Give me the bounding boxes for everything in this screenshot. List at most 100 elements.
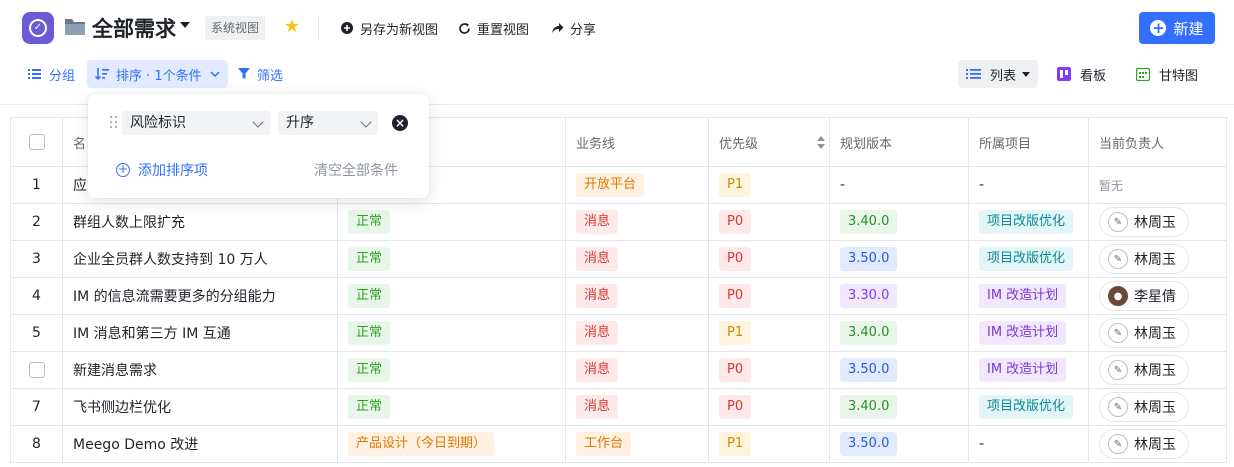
column-header-owner[interactable]: 当前负责人 bbox=[1088, 117, 1227, 167]
row-checkbox-cell[interactable] bbox=[10, 351, 63, 389]
business-line-tag: 消息 bbox=[576, 247, 619, 271]
row-owner: ✎ 林周玉 bbox=[1088, 388, 1227, 426]
gantt-view-label: 甘特图 bbox=[1159, 68, 1199, 84]
row-name[interactable]: 飞书侧边栏优化 bbox=[62, 388, 338, 426]
table-row[interactable]: 5 IM 消息和第三方 IM 互通 正常 消息 P1 3.40.0 IM 改造计… bbox=[10, 314, 1227, 352]
filter-icon bbox=[238, 68, 250, 79]
row-owner: ✎ 林周玉 bbox=[1088, 203, 1227, 241]
owner-name: 林周玉 bbox=[1134, 363, 1176, 379]
sort-field-value: 风险标识 bbox=[130, 115, 186, 131]
filter-button[interactable]: 筛选 bbox=[238, 60, 283, 88]
project-tag: 项目改版优化 bbox=[979, 210, 1074, 234]
table-row[interactable]: 2 群组人数上限扩充 正常 消息 P0 3.40.0 项目改版优化 ✎ 林周玉 bbox=[10, 203, 1227, 241]
row-index: 7 bbox=[10, 388, 63, 426]
reset-view-label: 重置视图 bbox=[477, 22, 530, 38]
plus-icon: + bbox=[1150, 19, 1167, 37]
list-view-button[interactable]: 列表 bbox=[958, 60, 1039, 88]
row-name[interactable]: IM 消息和第三方 IM 互通 bbox=[62, 314, 338, 352]
column-header-priority[interactable]: 优先级 bbox=[708, 117, 830, 167]
row-project: 项目改版优化 bbox=[968, 240, 1089, 278]
save-as-new-view-label: 另存为新视图 bbox=[360, 22, 439, 38]
project-tag: IM 改造计划 bbox=[979, 284, 1067, 308]
owner-name: 林周玉 bbox=[1134, 215, 1176, 231]
row-index: 4 bbox=[10, 277, 63, 315]
list-view-label: 列表 bbox=[990, 68, 1017, 84]
owner-chip[interactable]: ● 李星倩 bbox=[1099, 281, 1189, 311]
row-business-line: 消息 bbox=[565, 351, 709, 389]
owner-chip[interactable]: ✎ 林周玉 bbox=[1099, 244, 1189, 274]
reset-view-button[interactable]: 重置视图 bbox=[457, 18, 529, 38]
view-toolbar: 分组 排序 · 1个条件 筛选 列表 看板 甘特图 bbox=[0, 58, 1234, 90]
priority-tag: P1 bbox=[719, 321, 752, 345]
share-label: 分享 bbox=[570, 22, 597, 38]
table-row[interactable]: 新建消息需求 正常 消息 P0 3.50.0 IM 改造计划 ✎ 林周玉 bbox=[10, 351, 1227, 389]
sort-field-select[interactable]: 风险标识 bbox=[122, 111, 270, 135]
row-name[interactable]: 群组人数上限扩充 bbox=[62, 203, 338, 241]
select-all-checkbox[interactable] bbox=[28, 134, 45, 150]
owner-name: 林周玉 bbox=[1134, 252, 1176, 268]
project-tag: IM 改造计划 bbox=[979, 358, 1067, 382]
chevron-down-icon bbox=[252, 116, 264, 128]
row-priority: P0 bbox=[708, 240, 830, 278]
group-button[interactable]: 分组 bbox=[28, 60, 75, 88]
avatar: ✎ bbox=[1108, 323, 1128, 343]
owner-chip[interactable]: ✎ 林周玉 bbox=[1099, 429, 1189, 459]
divider bbox=[318, 15, 319, 41]
row-business-line: 消息 bbox=[565, 277, 709, 315]
sort-button[interactable]: 排序 · 1个条件 bbox=[87, 60, 228, 88]
row-project: 项目改版优化 bbox=[968, 388, 1089, 426]
owner-chip[interactable]: ✎ 林周玉 bbox=[1099, 392, 1189, 422]
board-view-label: 看板 bbox=[1080, 68, 1107, 84]
table-row[interactable]: 7 飞书侧边栏优化 正常 消息 P0 3.40.0 项目改版优化 ✎ 林周玉 bbox=[10, 388, 1227, 426]
gantt-view-button[interactable]: 甘特图 bbox=[1136, 60, 1198, 88]
table-row[interactable]: 8 Meego Demo 改进 产品设计（今日到期） 工作台 P1 3.50.0… bbox=[10, 425, 1227, 463]
row-business-line: 消息 bbox=[565, 314, 709, 352]
owner-chip[interactable]: ✎ 林周玉 bbox=[1099, 355, 1189, 385]
drag-handle-icon[interactable] bbox=[110, 115, 118, 131]
owner-chip[interactable]: ✎ 林周玉 bbox=[1099, 318, 1189, 348]
row-risk: 正常 bbox=[337, 277, 566, 315]
row-name[interactable]: 新建消息需求 bbox=[62, 351, 338, 389]
row-version: 3.50.0 bbox=[829, 240, 969, 278]
title-dropdown-icon[interactable] bbox=[180, 22, 190, 28]
row-priority: P0 bbox=[708, 388, 830, 426]
row-name[interactable]: Meego Demo 改进 bbox=[62, 425, 338, 463]
app-check-icon[interactable]: ✓ bbox=[22, 12, 54, 44]
new-button-label: 新建 bbox=[1173, 19, 1204, 38]
row-priority: P1 bbox=[708, 425, 830, 463]
version-tag: 3.50.0 bbox=[840, 247, 898, 271]
add-sort-button[interactable]: + 添加排序项 bbox=[116, 160, 208, 180]
row-risk: 正常 bbox=[337, 203, 566, 241]
row-index: 1 bbox=[10, 166, 63, 204]
save-as-new-view-button[interactable]: 另存为新视图 bbox=[340, 18, 438, 38]
group-label: 分组 bbox=[49, 68, 76, 84]
sort-order-select[interactable]: 升序 bbox=[278, 111, 378, 135]
priority-tag: P1 bbox=[719, 432, 752, 456]
row-owner: ✎ 林周玉 bbox=[1088, 425, 1227, 463]
board-view-button[interactable]: 看板 bbox=[1057, 60, 1106, 88]
column-header-project[interactable]: 所属项目 bbox=[968, 117, 1089, 167]
business-line-tag: 消息 bbox=[576, 395, 619, 419]
table-row[interactable]: 4 IM 的信息流需要更多的分组能力 正常 消息 P0 3.30.0 IM 改造… bbox=[10, 277, 1227, 315]
row-owner: ✎ 林周玉 bbox=[1088, 240, 1227, 278]
row-business-line: 消息 bbox=[565, 388, 709, 426]
row-version: 3.30.0 bbox=[829, 277, 969, 315]
new-button[interactable]: + 新建 bbox=[1139, 12, 1215, 44]
sort-arrows-icon[interactable] bbox=[817, 136, 825, 149]
row-priority: P1 bbox=[708, 314, 830, 352]
clear-all-button[interactable]: 清空全部条件 bbox=[314, 160, 398, 180]
sort-order-value: 升序 bbox=[286, 115, 314, 131]
star-icon[interactable]: ★ bbox=[284, 16, 300, 38]
column-header-version[interactable]: 规划版本 bbox=[829, 117, 969, 167]
row-checkbox[interactable] bbox=[28, 362, 45, 378]
owner-chip[interactable]: ✎ 林周玉 bbox=[1099, 207, 1189, 237]
row-name[interactable]: IM 的信息流需要更多的分组能力 bbox=[62, 277, 338, 315]
row-name[interactable]: 企业全员群人数支持到 10 万人 bbox=[62, 240, 338, 278]
share-button[interactable]: 分享 bbox=[550, 18, 596, 38]
table-row[interactable]: 3 企业全员群人数支持到 10 万人 正常 消息 P0 3.50.0 项目改版优… bbox=[10, 240, 1227, 278]
remove-sort-icon[interactable]: × bbox=[392, 115, 408, 131]
select-all-cell[interactable] bbox=[10, 117, 63, 167]
priority-tag: P0 bbox=[719, 210, 752, 234]
row-business-line: 工作台 bbox=[565, 425, 709, 463]
column-header-business-line[interactable]: 业务线 bbox=[565, 117, 709, 167]
